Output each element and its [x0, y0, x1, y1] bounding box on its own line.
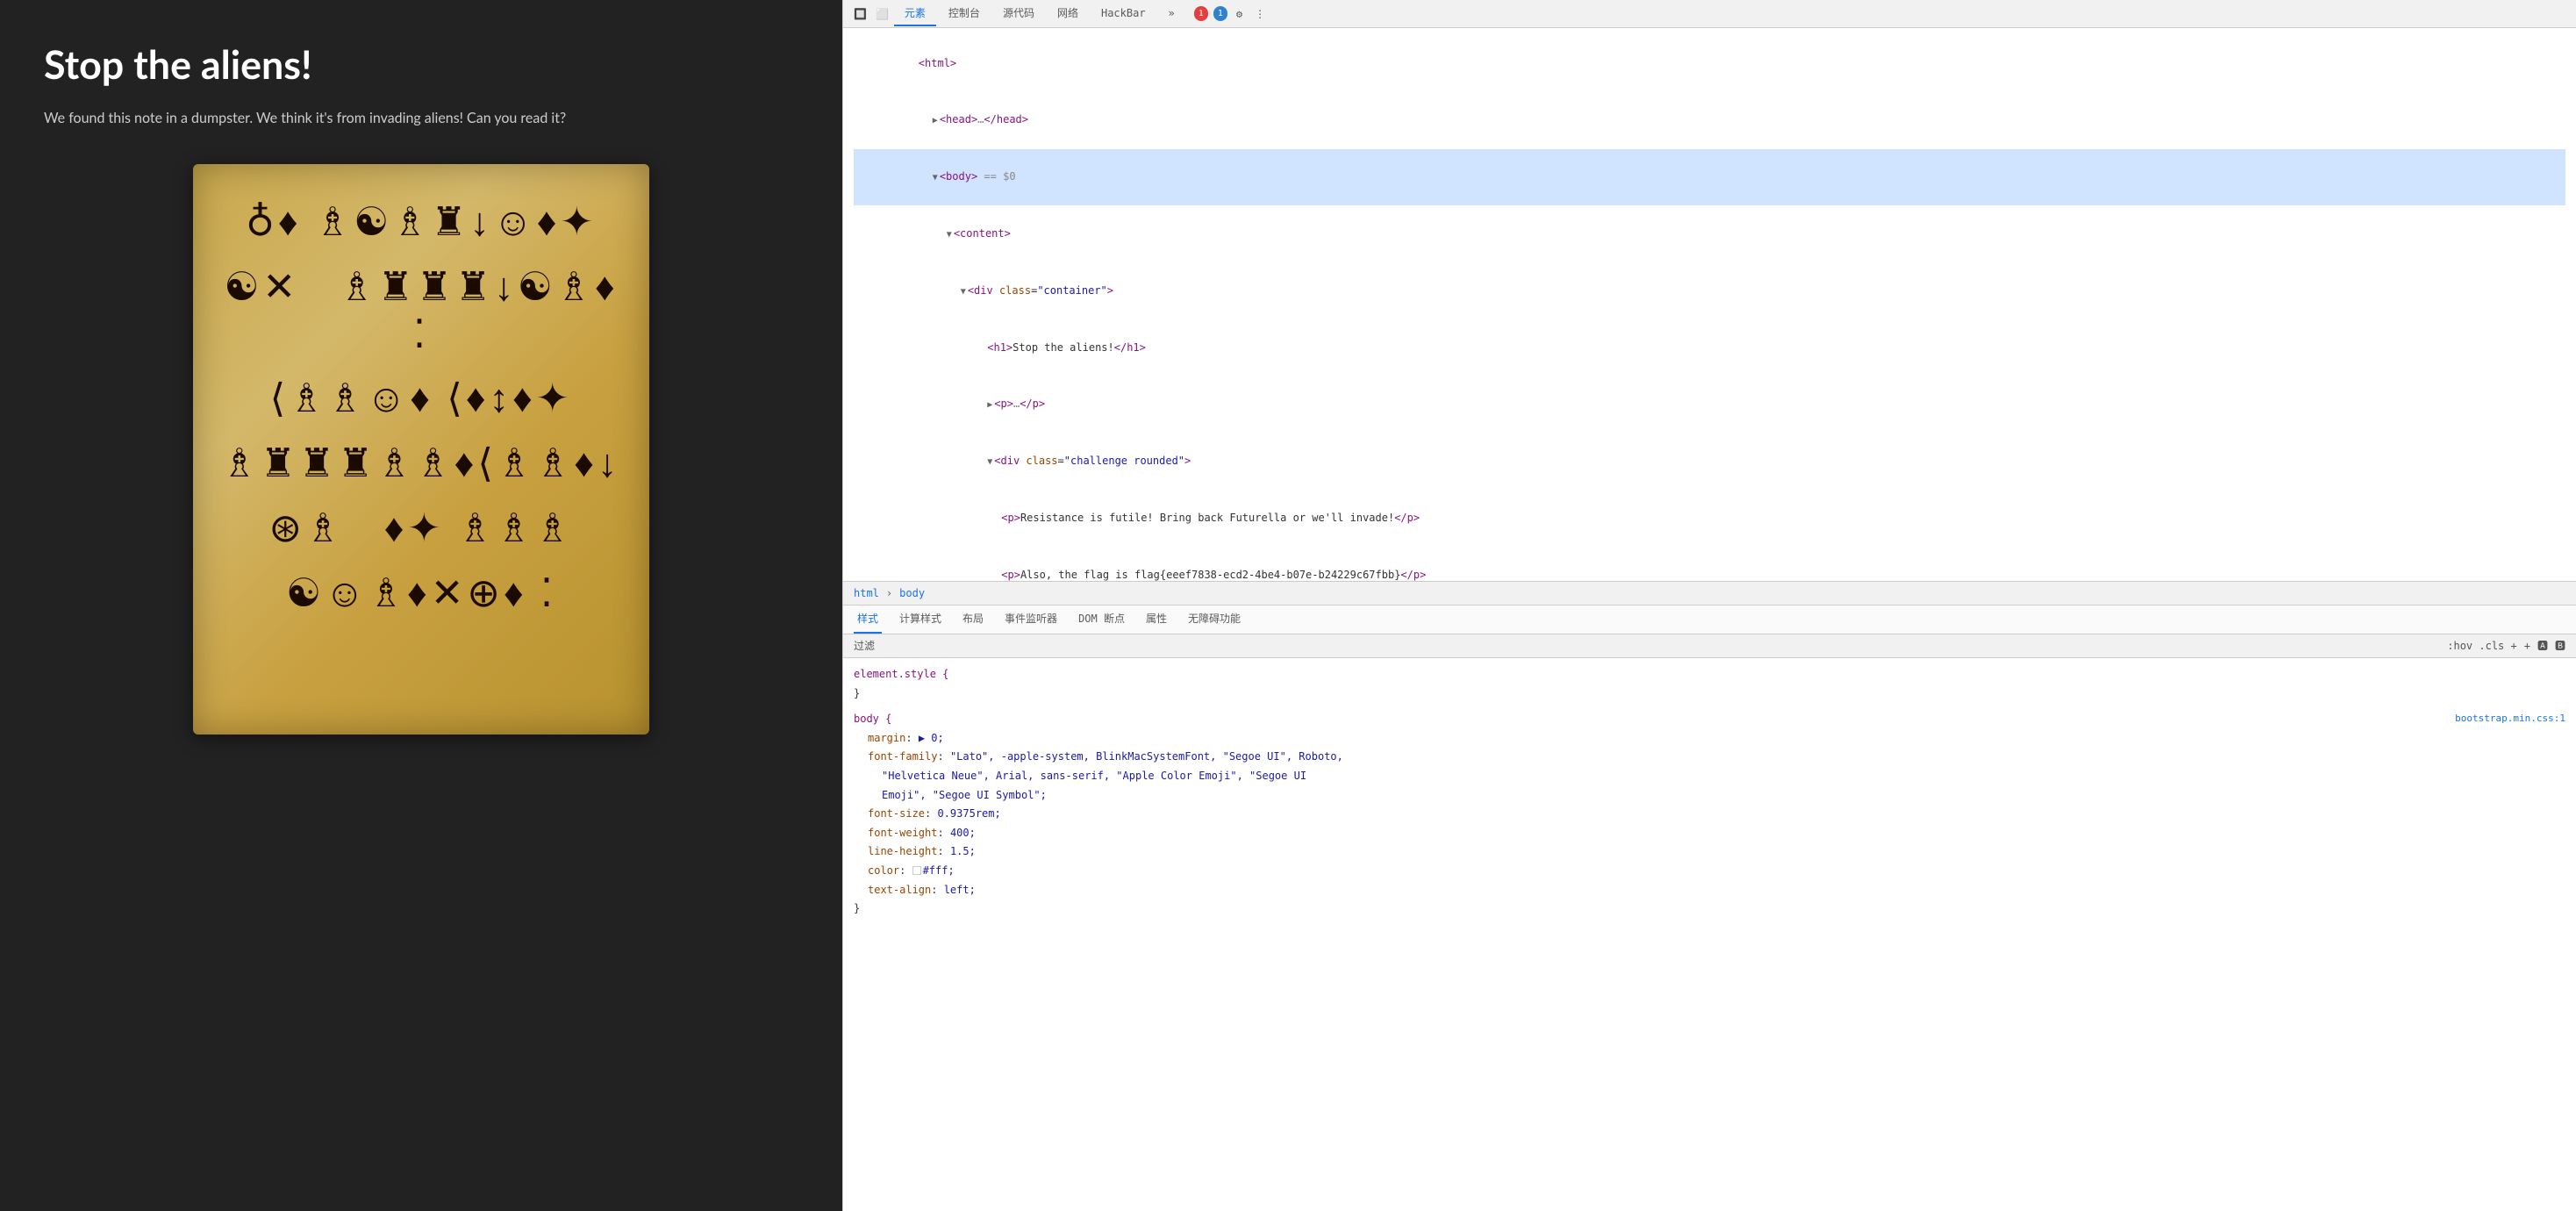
badge-red-icon: 1: [1194, 6, 1208, 21]
filter-pseudo[interactable]: :hov .cls +: [2447, 638, 2516, 654]
alien-note-container: ♁♦ ♗☯♗♜↓☺♦✦ ☯✕ ♗♜♜♜↓☯♗♦ ⁚ ⟨♗♗☺♦ ⟨♦↕♦✦ ♗♜…: [193, 164, 649, 734]
filter-icon-a[interactable]: 🅰: [2537, 638, 2548, 654]
dom-line-p-resistance[interactable]: <p>Resistance is futile! Bring back Futu…: [854, 490, 2565, 547]
style-prop-fontweight: font-weight: 400;: [854, 824, 2565, 843]
styles-tab-computed[interactable]: 计算样式: [896, 606, 945, 634]
dom-line-body[interactable]: ▼<body> == $0: [854, 149, 2565, 206]
style-prop-color: color: #fff;: [854, 862, 2565, 881]
style-prop-fontsize: font-size: 0.9375rem;: [854, 805, 2565, 824]
dom-line-div-challenge[interactable]: ▼<div class="challenge rounded">: [854, 433, 2565, 490]
devtools-panel: 🔲 ⬜ 元素 控制台 源代码 网络 HackBar » 1 1 ⚙ ⋮ <htm…: [842, 0, 2576, 1211]
devtools-breadcrumb: html › body: [843, 581, 2576, 606]
more-icon[interactable]: ⋮: [1251, 4, 1269, 24]
dom-line-h1[interactable]: <h1>Stop the aliens!</h1>: [854, 319, 2565, 376]
tab-network[interactable]: 网络: [1047, 2, 1089, 26]
breadcrumb-body[interactable]: body: [899, 585, 925, 601]
style-rule-element: element.style { }: [854, 665, 2565, 703]
style-selector-body: body {: [854, 713, 891, 725]
badge-blue-icon: 1: [1213, 6, 1227, 21]
devtools-tabs-bar: 🔲 ⬜ 元素 控制台 源代码 网络 HackBar » 1 1 ⚙ ⋮: [843, 0, 2576, 28]
alien-line-4: ♗♜♜♜♗♗♦⟨♗♗♦↓: [219, 441, 623, 488]
settings-icon[interactable]: ⚙: [1233, 4, 1246, 24]
filter-label: 过滤: [854, 638, 875, 654]
style-prop-margin: margin: ▶ 0;: [854, 729, 2565, 749]
dom-line-div-container[interactable]: ▼<div class="container">: [854, 262, 2565, 319]
styles-tab-accessibility[interactable]: 无障碍功能: [1184, 606, 1244, 634]
styles-filter-bar: 过滤 :hov .cls + + 🅰 🅱: [843, 634, 2576, 658]
alien-line-2: ☯✕ ♗♜♜♜↓☯♗♦ ⁚: [219, 264, 623, 359]
alien-line-6: ☯☺♗♦✕⊕♦ ⁚: [219, 570, 623, 618]
dom-line-p-collapsed[interactable]: ▶<p>…</p>: [854, 376, 2565, 434]
dom-line-html[interactable]: <html>: [854, 35, 2565, 92]
alien-line-3: ⟨♗♗☺♦ ⟨♦↕♦✦: [219, 376, 623, 423]
filter-input[interactable]: [882, 640, 2440, 652]
dom-line-content[interactable]: ▼<content>: [854, 205, 2565, 262]
style-prop-fontfamily-3: Emoji", "Segoe UI Symbol";: [854, 786, 2565, 806]
style-prop-lineheight: line-height: 1.5;: [854, 842, 2565, 862]
tab-more[interactable]: »: [1158, 2, 1185, 26]
devtools-icon-group: 1 1 ⚙ ⋮: [1194, 4, 1269, 24]
devtools-icon-cursor[interactable]: ⬜: [872, 4, 892, 24]
styles-tab-event[interactable]: 事件监听器: [1001, 606, 1061, 634]
breadcrumb-sep-1: ›: [886, 585, 892, 601]
style-prop-fontfamily: font-family: "Lato", -apple-system, Blin…: [854, 748, 2565, 767]
page-subtitle: We found this note in a dumpster. We thi…: [44, 108, 798, 129]
dom-tree: <html> ▶<head>…</head> ▼<body> == $0 ▼<c…: [843, 28, 2576, 581]
tab-elements[interactable]: 元素: [894, 2, 936, 26]
devtools-icon-inspect[interactable]: 🔲: [850, 4, 870, 24]
alien-line-5: ⊛♗ ♦✦ ♗♗♗: [219, 505, 623, 553]
left-panel: Stop the aliens! We found this note in a…: [0, 0, 842, 1211]
alien-note: ♁♦ ♗☯♗♜↓☺♦✦ ☯✕ ♗♜♜♜↓☯♗♦ ⁚ ⟨♗♗☺♦ ⟨♦↕♦✦ ♗♜…: [193, 164, 649, 734]
styles-tab-dom[interactable]: DOM 断点: [1075, 606, 1128, 634]
styles-content: element.style { } body { bootstrap.min.c…: [843, 658, 2576, 1211]
filter-icon-b[interactable]: 🅱: [2555, 638, 2565, 654]
page-title: Stop the aliens!: [44, 35, 798, 94]
tab-sources[interactable]: 源代码: [992, 2, 1045, 26]
tab-hackbar[interactable]: HackBar: [1091, 2, 1156, 26]
style-selector-element: element.style {: [854, 668, 948, 680]
styles-tabs: 样式 计算样式 布局 事件监听器 DOM 断点 属性 无障碍功能: [843, 606, 2576, 634]
breadcrumb-html[interactable]: html: [854, 585, 879, 601]
dom-line-p-flag[interactable]: <p>Also, the flag is flag{eeef7838-ecd2-…: [854, 547, 2565, 581]
styles-tab-props[interactable]: 属性: [1142, 606, 1170, 634]
style-prop-fontfamily-2: "Helvetica Neue", Arial, sans-serif, "Ap…: [854, 767, 2565, 786]
style-prop-textalign: text-align: left;: [854, 881, 2565, 900]
style-source-bootstrap[interactable]: bootstrap.min.css:1: [2455, 710, 2565, 727]
tab-console[interactable]: 控制台: [938, 2, 991, 26]
style-rule-body: body { bootstrap.min.css:1 margin: ▶ 0; …: [854, 710, 2565, 919]
styles-tab-layout[interactable]: 布局: [959, 606, 987, 634]
alien-line-1: ♁♦ ♗☯♗♜↓☺♦✦: [219, 199, 623, 247]
styles-tab-styles[interactable]: 样式: [854, 606, 882, 634]
filter-icon-plus[interactable]: +: [2524, 638, 2530, 654]
dom-line-head[interactable]: ▶<head>…</head>: [854, 92, 2565, 149]
page-layout: Stop the aliens! We found this note in a…: [0, 0, 2576, 1211]
